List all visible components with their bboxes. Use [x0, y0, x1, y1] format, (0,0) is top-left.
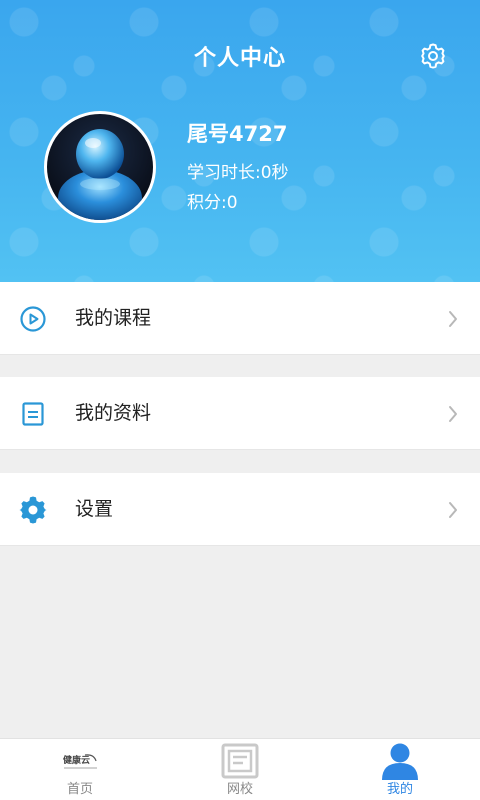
user-avatar-icon	[58, 129, 142, 220]
user-icon	[382, 743, 418, 780]
points: 积分:0	[187, 193, 238, 213]
avatar[interactable]	[44, 111, 156, 223]
tab-label: 我的	[386, 782, 413, 797]
profile-header: 个人中心 尾号4727 学习时长:0秒 积分:0	[0, 0, 480, 282]
gear-icon	[421, 43, 445, 69]
tab-mine[interactable]: 我的	[320, 739, 480, 800]
tab-school[interactable]: 网校	[160, 739, 320, 800]
tab-label: 首页	[66, 782, 93, 797]
page-title: 个人中心	[193, 46, 286, 71]
chevron-right-icon	[449, 406, 457, 422]
menu-item-label: 我的课程	[75, 307, 152, 329]
menu-item-label: 设置	[75, 498, 114, 520]
newspaper-icon	[221, 743, 259, 779]
settings-button[interactable]	[419, 42, 447, 70]
user-name: 尾号4727	[187, 122, 288, 146]
tab-label: 网校	[226, 782, 253, 797]
chevron-right-icon	[449, 502, 457, 518]
bottom-nav: 健康云 首页 网校 我的	[0, 738, 480, 800]
tab-home[interactable]: 健康云 首页	[0, 739, 160, 800]
jiankangyun-logo-icon: 健康云	[63, 753, 99, 771]
study-time: 学习时长:0秒	[187, 163, 289, 183]
play-circle-icon	[20, 306, 46, 332]
menu-item-my-materials[interactable]: 我的资料	[0, 377, 480, 450]
gear-icon	[19, 496, 47, 524]
menu-item-label: 我的资料	[75, 402, 152, 424]
menu-item-my-courses[interactable]: 我的课程	[0, 282, 480, 355]
document-icon	[22, 402, 44, 426]
chevron-right-icon	[449, 311, 457, 327]
menu-item-settings[interactable]: 设置	[0, 473, 480, 546]
